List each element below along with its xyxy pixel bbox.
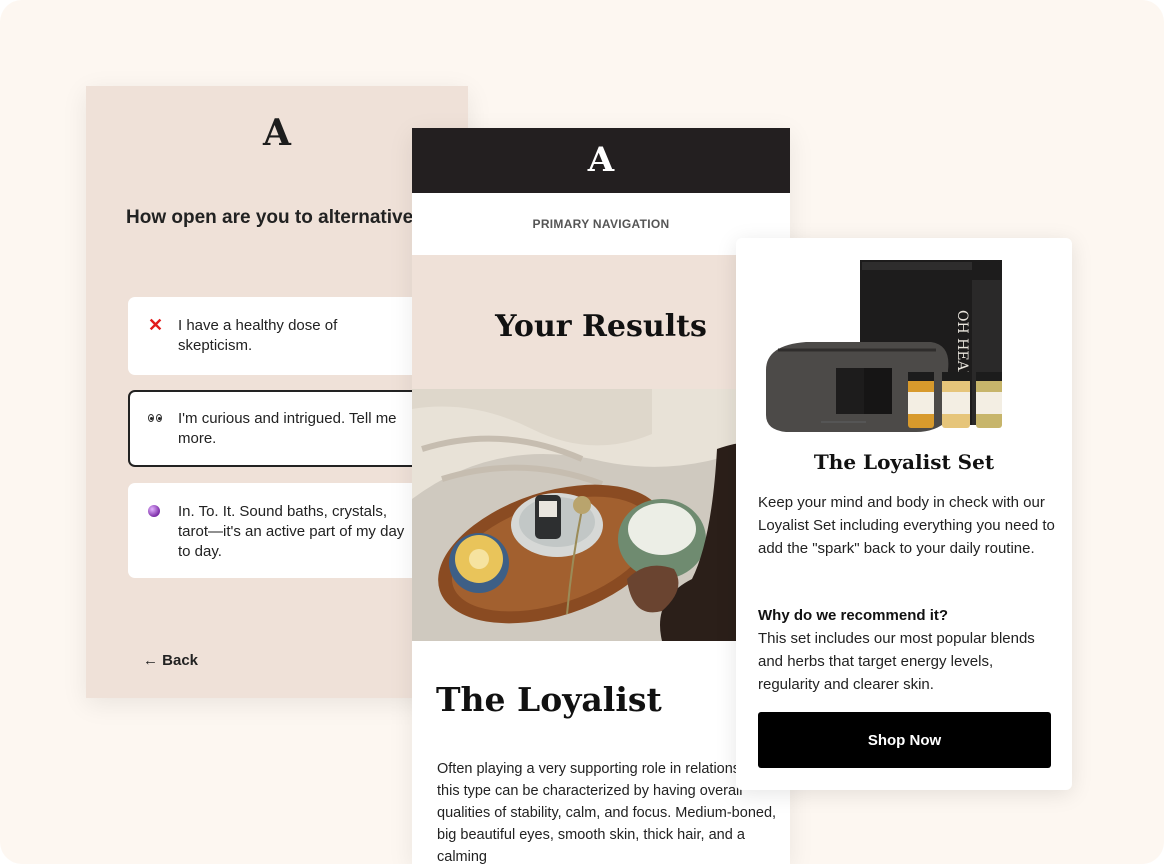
product-description: Keep your mind and body in check with ou… — [758, 494, 1055, 557]
product-card: OH HEAL YES The Loyalist Set Keep your m… — [736, 238, 1072, 790]
back-link[interactable]: ← Back — [143, 652, 198, 669]
crystal-ball-icon — [148, 501, 160, 517]
why-recommend-text: This set includes our most popular blend… — [758, 630, 1035, 693]
page-background: A How open are you to alternative healin… — [0, 0, 1164, 864]
tea-tray-illustration — [412, 389, 790, 641]
quiz-card: A How open are you to alternative healin… — [86, 86, 468, 698]
quiz-option-label: In. To. It. Sound baths, crystals, tarot… — [178, 503, 405, 560]
why-recommend-title: Why do we recommend it? — [758, 607, 949, 624]
quiz-option-into-it[interactable]: In. To. It. Sound baths, crystals, tarot… — [128, 483, 428, 578]
type-name: The Loyalist — [436, 680, 662, 719]
primary-navigation[interactable]: PRIMARY NAVIGATION — [412, 217, 790, 231]
results-banner: Your Results — [412, 255, 790, 389]
brand-logo: A — [587, 140, 615, 180]
brand-logo: A — [263, 112, 291, 154]
results-heading: Your Results — [495, 309, 707, 344]
shop-now-button[interactable]: Shop Now — [758, 712, 1051, 768]
product-set-illustration: OH HEAL YES — [766, 260, 1002, 432]
quiz-option-curious[interactable]: I'm curious and intrigued. Tell me more. — [128, 390, 428, 467]
quiz-option-skeptic[interactable]: ✕ I have a healthy dose of skepticism. — [128, 297, 428, 375]
red-x-icon: ✕ — [148, 315, 164, 335]
eyes-icon — [148, 408, 162, 422]
email-header: A — [412, 128, 790, 193]
product-title: The Loyalist Set — [813, 450, 995, 474]
results-email: A PRIMARY NAVIGATION Your Results The Lo… — [412, 128, 790, 864]
type-description: Often playing a very supporting role in … — [437, 761, 777, 864]
results-photo — [412, 389, 790, 641]
quiz-option-label: I'm curious and intrigued. Tell me more. — [178, 410, 397, 447]
product-image: OH HEAL YES — [736, 250, 1072, 435]
quiz-option-label: I have a healthy dose of skepticism. — [178, 317, 338, 354]
